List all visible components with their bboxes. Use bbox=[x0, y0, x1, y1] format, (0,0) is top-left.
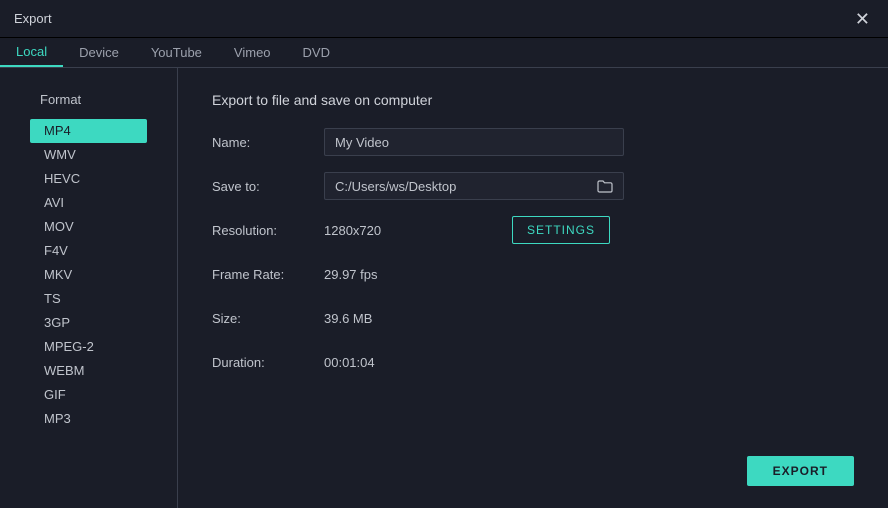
footer: EXPORT bbox=[212, 456, 854, 492]
saveto-input[interactable] bbox=[335, 179, 589, 194]
row-resolution: Resolution: 1280x720 SETTINGS bbox=[212, 216, 854, 244]
name-input[interactable] bbox=[335, 135, 613, 150]
row-saveto: Save to: bbox=[212, 172, 854, 200]
duration-value: 00:01:04 bbox=[324, 355, 375, 370]
sidebar-header: Format bbox=[0, 92, 177, 119]
row-framerate: Frame Rate: 29.97 fps bbox=[212, 260, 854, 288]
format-item-gif[interactable]: GIF bbox=[30, 383, 147, 407]
format-item-3gp[interactable]: 3GP bbox=[30, 311, 147, 335]
close-icon[interactable]: ✕ bbox=[851, 8, 874, 30]
tab-device[interactable]: Device bbox=[63, 38, 135, 67]
format-item-ts[interactable]: TS bbox=[30, 287, 147, 311]
duration-label: Duration: bbox=[212, 355, 324, 370]
export-button[interactable]: EXPORT bbox=[747, 456, 854, 486]
format-item-f4v[interactable]: F4V bbox=[30, 239, 147, 263]
tab-local[interactable]: Local bbox=[0, 38, 63, 67]
main-title: Export to file and save on computer bbox=[212, 92, 854, 108]
window-title: Export bbox=[14, 11, 52, 26]
format-item-webm[interactable]: WEBM bbox=[30, 359, 147, 383]
sidebar: Format MP4 WMV HEVC AVI MOV F4V MKV TS 3… bbox=[0, 68, 178, 508]
resolution-value: 1280x720 bbox=[324, 223, 512, 238]
row-size: Size: 39.6 MB bbox=[212, 304, 854, 332]
name-label: Name: bbox=[212, 135, 324, 150]
format-item-wmv[interactable]: WMV bbox=[30, 143, 147, 167]
format-list: MP4 WMV HEVC AVI MOV F4V MKV TS 3GP MPEG… bbox=[0, 119, 177, 431]
folder-icon[interactable] bbox=[597, 180, 613, 193]
body: Format MP4 WMV HEVC AVI MOV F4V MKV TS 3… bbox=[0, 68, 888, 508]
settings-button[interactable]: SETTINGS bbox=[512, 216, 610, 244]
row-name: Name: bbox=[212, 128, 854, 156]
size-label: Size: bbox=[212, 311, 324, 326]
framerate-value: 29.97 fps bbox=[324, 267, 378, 282]
tab-vimeo[interactable]: Vimeo bbox=[218, 38, 287, 67]
saveto-input-wrapper bbox=[324, 172, 624, 200]
format-item-mp4[interactable]: MP4 bbox=[30, 119, 147, 143]
format-item-mov[interactable]: MOV bbox=[30, 215, 147, 239]
row-duration: Duration: 00:01:04 bbox=[212, 348, 854, 376]
titlebar: Export ✕ bbox=[0, 0, 888, 38]
format-item-mkv[interactable]: MKV bbox=[30, 263, 147, 287]
size-value: 39.6 MB bbox=[324, 311, 372, 326]
saveto-label: Save to: bbox=[212, 179, 324, 194]
framerate-label: Frame Rate: bbox=[212, 267, 324, 282]
format-item-hevc[interactable]: HEVC bbox=[30, 167, 147, 191]
format-item-mpeg2[interactable]: MPEG-2 bbox=[30, 335, 147, 359]
format-item-mp3[interactable]: MP3 bbox=[30, 407, 147, 431]
tab-dvd[interactable]: DVD bbox=[287, 38, 346, 67]
resolution-label: Resolution: bbox=[212, 223, 324, 238]
tab-youtube[interactable]: YouTube bbox=[135, 38, 218, 67]
main-panel: Export to file and save on computer Name… bbox=[178, 68, 888, 508]
tabs-container: Local Device YouTube Vimeo DVD bbox=[0, 38, 888, 68]
format-item-avi[interactable]: AVI bbox=[30, 191, 147, 215]
name-input-wrapper bbox=[324, 128, 624, 156]
